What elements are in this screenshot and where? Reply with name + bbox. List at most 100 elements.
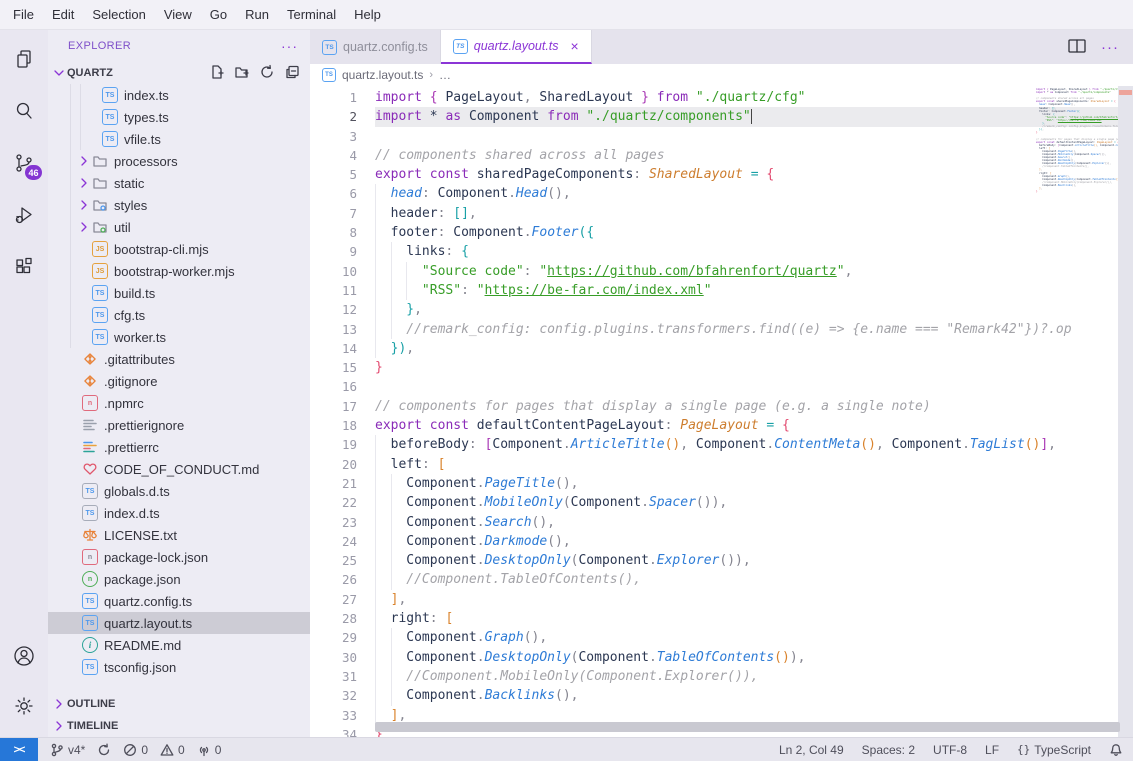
code-line-16[interactable] <box>375 377 1118 396</box>
code-line-28[interactable]: right: [ <box>375 609 1118 628</box>
line-number[interactable]: 5 <box>310 165 375 184</box>
code-line-2[interactable]: import * as Component from "./quartz/com… <box>375 107 1118 126</box>
menu-terminal[interactable]: Terminal <box>278 0 345 30</box>
line-number[interactable]: 33 <box>310 706 375 725</box>
code-line-20[interactable]: left: [ <box>375 455 1118 474</box>
tree-item-code-of-conduct-md[interactable]: CODE_OF_CONDUCT.md <box>48 458 310 480</box>
code-line-31[interactable]: //Component.MobileOnly(Component.Explore… <box>375 667 1118 686</box>
code-line-7[interactable]: header: [], <box>375 204 1118 223</box>
line-number[interactable]: 10 <box>310 262 375 281</box>
line-number[interactable]: 1 <box>310 88 375 107</box>
source-control-icon[interactable]: 46 <box>0 140 48 186</box>
line-number[interactable]: 26 <box>310 570 375 589</box>
sidebar-more-actions-icon[interactable]: ··· <box>281 38 298 54</box>
code-line-29[interactable]: Component.Graph(), <box>375 628 1118 647</box>
status-spaces-2[interactable]: Spaces: 2 <box>862 743 915 757</box>
tree-item--npmrc[interactable]: n.npmrc <box>48 392 310 414</box>
code-line-8[interactable]: footer: Component.Footer({ <box>375 223 1118 242</box>
code-line-3[interactable] <box>375 127 1118 146</box>
line-number[interactable]: 32 <box>310 686 375 705</box>
menu-run[interactable]: Run <box>236 0 278 30</box>
code-line-12[interactable]: }, <box>375 300 1118 319</box>
collapse-all-icon[interactable] <box>284 64 300 83</box>
code-line-14[interactable]: }), <box>375 339 1118 358</box>
line-number[interactable]: 4 <box>310 146 375 165</box>
code-line-6[interactable]: head: Component.Head(), <box>375 184 1118 203</box>
tree-item-build-ts[interactable]: TSbuild.ts <box>48 282 310 304</box>
code-line-15[interactable]: } <box>375 358 1118 377</box>
code-line-9[interactable]: links: { <box>375 242 1118 261</box>
tree-item-styles[interactable]: styles <box>48 194 310 216</box>
line-number[interactable]: 17 <box>310 397 375 416</box>
line-number[interactable]: 15 <box>310 358 375 377</box>
line-number-gutter[interactable]: 1234567891011121314151617181920212223242… <box>310 88 375 737</box>
tab-quartz.layout.ts[interactable]: TSquartz.layout.ts× <box>441 30 592 64</box>
refresh-icon[interactable] <box>259 64 275 83</box>
line-number[interactable]: 18 <box>310 416 375 435</box>
code-area[interactable]: import { PageLayout, SharedLayout } from… <box>375 88 1118 737</box>
tree-item-types-ts[interactable]: TStypes.ts <box>48 106 310 128</box>
code-line-5[interactable]: export const sharedPageComponents: Share… <box>375 165 1118 184</box>
code-line-24[interactable]: Component.Darkmode(), <box>375 532 1118 551</box>
line-number[interactable]: 21 <box>310 474 375 493</box>
line-number[interactable]: 31 <box>310 667 375 686</box>
line-number[interactable]: 23 <box>310 513 375 532</box>
tree-item-quartz-layout-ts[interactable]: TSquartz.layout.ts <box>48 612 310 634</box>
line-number[interactable]: 3 <box>310 127 375 146</box>
status-utf-8[interactable]: UTF-8 <box>933 743 967 757</box>
menu-help[interactable]: Help <box>345 0 390 30</box>
sidebar-section-timeline[interactable]: TIMELINE <box>48 715 310 737</box>
line-number[interactable]: 6 <box>310 184 375 203</box>
line-number[interactable]: 20 <box>310 455 375 474</box>
tree-item-globals-d-ts[interactable]: TSglobals.d.ts <box>48 480 310 502</box>
new-file-icon[interactable] <box>209 64 225 83</box>
code-line-13[interactable]: //remark_config: config.plugins.transfor… <box>375 320 1118 339</box>
code-line-30[interactable]: Component.DesktopOnly(Component.TableOfC… <box>375 648 1118 667</box>
line-number[interactable]: 7 <box>310 204 375 223</box>
breadcrumb-file[interactable]: quartz.layout.ts <box>342 68 423 82</box>
tree-item--gitignore[interactable]: .gitignore <box>48 370 310 392</box>
code-line-32[interactable]: Component.Backlinks(), <box>375 686 1118 705</box>
tree-item-tsconfig-json[interactable]: TStsconfig.json <box>48 656 310 678</box>
minimap[interactable]: import { PageLayout, SharedLayout } from… <box>1036 88 1118 288</box>
tree-item-static[interactable]: static <box>48 172 310 194</box>
line-number[interactable]: 9 <box>310 242 375 261</box>
tree-item-bootstrap-cli-mjs[interactable]: JSbootstrap-cli.mjs <box>48 238 310 260</box>
tree-item-package-json[interactable]: npackage.json <box>48 568 310 590</box>
code-editor[interactable]: 1234567891011121314151617181920212223242… <box>310 86 1133 737</box>
status-sync[interactable] <box>97 743 111 757</box>
menu-go[interactable]: Go <box>201 0 236 30</box>
settings-icon[interactable] <box>0 683 48 729</box>
tree-item-package-lock-json[interactable]: npackage-lock.json <box>48 546 310 568</box>
line-number[interactable]: 30 <box>310 648 375 667</box>
sidebar-section-outline[interactable]: OUTLINE <box>48 693 310 715</box>
code-line-27[interactable]: ], <box>375 590 1118 609</box>
tree-item-vfile-ts[interactable]: TSvfile.ts <box>48 128 310 150</box>
close-icon[interactable]: × <box>571 38 579 54</box>
tree-item-license-txt[interactable]: LICENSE.txt <box>48 524 310 546</box>
code-line-10[interactable]: "Source code": "https://github.com/bfahr… <box>375 262 1118 281</box>
tree-item--prettierrc[interactable]: .prettierrc <box>48 436 310 458</box>
line-number[interactable]: 24 <box>310 532 375 551</box>
extensions-icon[interactable] <box>0 244 48 290</box>
line-number[interactable]: 19 <box>310 435 375 454</box>
search-icon[interactable] <box>0 88 48 134</box>
menu-view[interactable]: View <box>155 0 201 30</box>
line-number[interactable]: 8 <box>310 223 375 242</box>
status-bell[interactable] <box>1109 743 1123 757</box>
code-line-26[interactable]: //Component.TableOfContents(), <box>375 570 1118 589</box>
line-number[interactable]: 11 <box>310 281 375 300</box>
code-line-21[interactable]: Component.PageTitle(), <box>375 474 1118 493</box>
tab-quartz.config.ts[interactable]: TSquartz.config.ts <box>310 30 441 64</box>
tree-item-bootstrap-worker-mjs[interactable]: JSbootstrap-worker.mjs <box>48 260 310 282</box>
code-line-4[interactable]: // components shared across all pages <box>375 146 1118 165</box>
vertical-scrollbar[interactable] <box>1118 86 1133 737</box>
line-number[interactable]: 14 <box>310 339 375 358</box>
code-line-22[interactable]: Component.MobileOnly(Component.Spacer())… <box>375 493 1118 512</box>
tree-item--gitattributes[interactable]: .gitattributes <box>48 348 310 370</box>
status-warning[interactable]: 0 <box>160 743 185 757</box>
line-number[interactable]: 25 <box>310 551 375 570</box>
menu-edit[interactable]: Edit <box>43 0 83 30</box>
status-lf[interactable]: LF <box>985 743 999 757</box>
line-number[interactable]: 34 <box>310 725 375 737</box>
